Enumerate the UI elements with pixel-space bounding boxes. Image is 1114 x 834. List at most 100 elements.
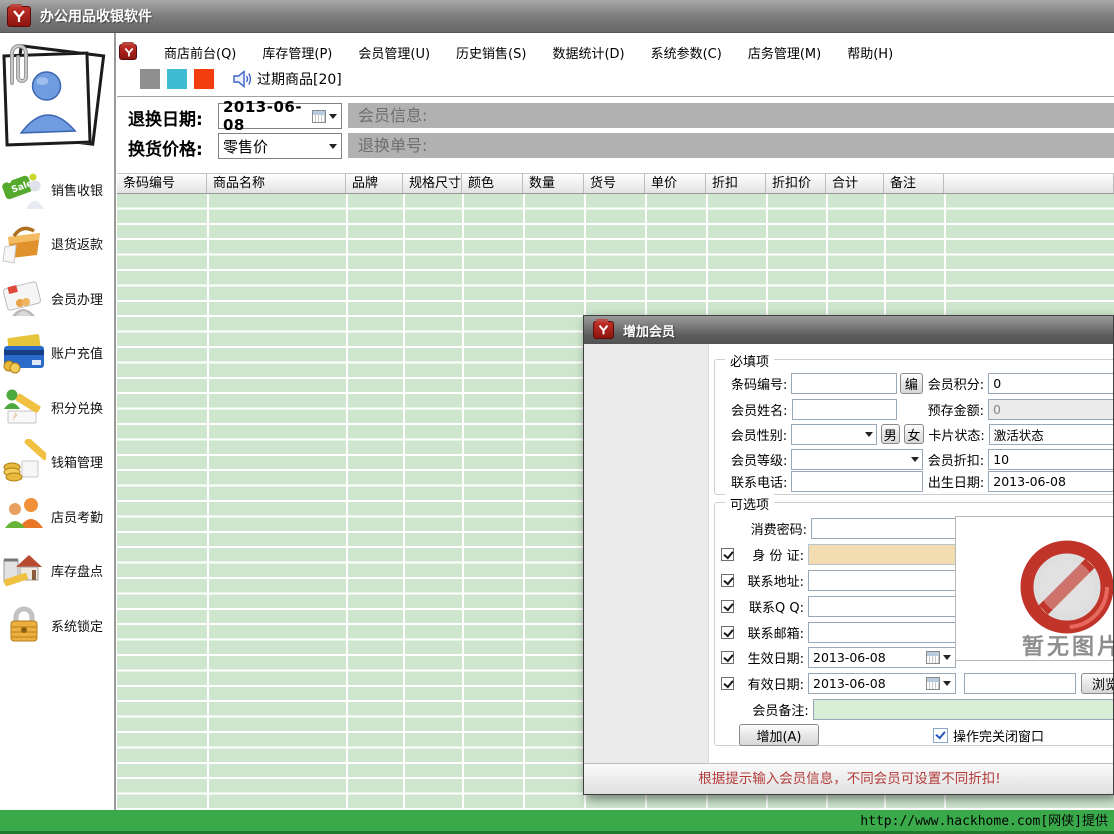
chevron-down-icon xyxy=(911,457,919,462)
add-button[interactable]: 增加(A) xyxy=(739,724,819,746)
required-group-title: 必填项 xyxy=(725,351,774,370)
start-date-checkbox[interactable] xyxy=(721,651,734,664)
return-date-label: 退换日期: xyxy=(128,105,203,130)
column-header-color[interactable]: 颜色 xyxy=(462,174,523,193)
menu-item-storefront[interactable]: 商店前台(Q) xyxy=(151,40,249,65)
sidebar-item-label: 库存盘点 xyxy=(51,561,103,580)
column-header-spec[interactable]: 规格尺寸 xyxy=(403,174,462,193)
sidebar-item-points[interactable]: 积分兑换 xyxy=(2,381,114,433)
chevron-down-icon xyxy=(329,144,337,149)
sidebar-item-recharge[interactable]: 账户充值 xyxy=(2,326,114,378)
status-swatch-gray[interactable] xyxy=(140,69,160,89)
expired-goods-label[interactable]: 过期商品[20] xyxy=(257,69,342,89)
phone-label: 联系电话: xyxy=(715,472,787,491)
qq-checkbox[interactable] xyxy=(721,600,734,613)
male-button[interactable]: 男 xyxy=(881,424,901,444)
member-photo-box: 暂无图片 xyxy=(955,516,1114,661)
menu-logo-icon xyxy=(119,44,137,60)
sidebar-item-label: 账户充值 xyxy=(51,343,103,362)
id-card-input[interactable] xyxy=(808,544,956,565)
gender-select[interactable] xyxy=(791,424,876,445)
exchange-price-value: 零售价 xyxy=(223,136,268,157)
menu-item-store-mgmt[interactable]: 店务管理(M) xyxy=(735,40,834,65)
column-header-barcode[interactable]: 条码编号 xyxy=(117,174,207,193)
password-input[interactable] xyxy=(811,518,959,539)
sidebar-item-returns[interactable]: 退货返款 xyxy=(2,217,114,269)
sidebar-item-inventory[interactable]: 库存盘点 xyxy=(2,544,114,596)
close-after-label: 操作完关闭窗口 xyxy=(953,726,1044,745)
column-header-discprice[interactable]: 折扣价 xyxy=(766,174,826,193)
return-date-picker[interactable]: 2013-06-08 xyxy=(218,103,342,129)
points-input[interactable]: 0 xyxy=(988,373,1114,394)
column-header-brand[interactable]: 品牌 xyxy=(346,174,403,193)
inventory-icon xyxy=(2,548,46,592)
column-header-qty[interactable]: 数量 xyxy=(523,174,584,193)
female-button[interactable]: 女 xyxy=(904,424,924,444)
gender-label: 会员性别: xyxy=(715,425,787,444)
start-date-value: 2013-06-08 xyxy=(813,650,886,665)
column-header-price[interactable]: 单价 xyxy=(645,174,706,193)
status-toolbar: 过期商品[20] xyxy=(140,66,342,92)
sidebar-item-membership[interactable]: 会员办理 xyxy=(2,272,114,324)
member-level-select[interactable] xyxy=(791,449,923,470)
points-exchange-icon xyxy=(2,385,46,429)
card-status-input[interactable]: 激活状态 xyxy=(989,424,1114,445)
no-image-placeholder: 暂无图片 xyxy=(1014,537,1114,657)
dialog-titlebar[interactable]: 增加会员 xyxy=(584,316,1113,344)
id-card-label: 身 份 证: xyxy=(734,545,804,564)
email-checkbox[interactable] xyxy=(721,626,734,639)
sidebar-item-attendance[interactable]: 店员考勤 xyxy=(2,490,114,542)
sidebar-item-sales[interactable]: Sale 销售收银 xyxy=(2,163,114,215)
address-checkbox[interactable] xyxy=(721,574,734,587)
end-date-value: 2013-06-08 xyxy=(813,676,886,691)
qq-input[interactable] xyxy=(808,596,956,617)
paperclip-icon xyxy=(0,43,34,87)
status-swatch-red[interactable] xyxy=(194,69,214,89)
member-info-label: 会员信息: xyxy=(358,106,427,125)
photo-path-input[interactable] xyxy=(964,673,1076,694)
birthday-input[interactable]: 2013-06-08 xyxy=(988,471,1114,492)
edit-barcode-button[interactable]: 编 xyxy=(900,373,923,394)
qq-label: 联系Q Q: xyxy=(734,597,804,616)
menu-item-history[interactable]: 历史销售(S) xyxy=(443,40,539,65)
column-header-remark[interactable]: 备注 xyxy=(884,174,944,193)
member-discount-input[interactable]: 10 xyxy=(988,449,1114,470)
sidebar-item-cashbox[interactable]: 钱箱管理 xyxy=(2,435,114,487)
barcode-input[interactable] xyxy=(791,373,896,394)
email-input[interactable] xyxy=(808,622,956,643)
points-label: 会员积分: xyxy=(926,374,984,393)
column-header-total[interactable]: 合计 xyxy=(826,174,884,193)
member-name-label: 会员姓名: xyxy=(715,400,788,419)
column-header-discount[interactable]: 折扣 xyxy=(706,174,766,193)
footer-credit: http://www.hackhome.com[网侠]提供 xyxy=(860,814,1114,829)
member-name-input[interactable] xyxy=(792,399,897,420)
exchange-price-select[interactable]: 零售价 xyxy=(218,133,342,159)
remark-input[interactable] xyxy=(813,699,1114,720)
member-level-label: 会员等级: xyxy=(715,450,787,469)
status-swatch-cyan[interactable] xyxy=(167,69,187,89)
menu-item-help[interactable]: 帮助(H) xyxy=(834,40,906,65)
end-date-label: 有效日期: xyxy=(734,674,804,693)
sidebar-item-label: 销售收银 xyxy=(51,180,103,199)
id-card-checkbox[interactable] xyxy=(721,548,734,561)
address-input[interactable] xyxy=(808,570,956,591)
menu-item-parameters[interactable]: 系统参数(C) xyxy=(638,40,735,65)
menu-item-members[interactable]: 会员管理(U) xyxy=(345,40,443,65)
menu-item-statistics[interactable]: 数据统计(D) xyxy=(539,40,637,65)
required-group: 必填项 条码编号: 编 会员积分: 0 会员姓名: 预存金额: 0 会员性别: xyxy=(714,359,1114,495)
browse-button[interactable]: 浏览 xyxy=(1081,673,1114,694)
end-date-picker[interactable]: 2013-06-08 xyxy=(808,673,956,694)
sidebar-item-lock[interactable]: 系统锁定 xyxy=(2,599,114,651)
close-after-checkbox[interactable] xyxy=(933,728,948,743)
no-image-text: 暂无图片 xyxy=(1022,629,1114,661)
cashbox-icon xyxy=(2,439,46,483)
menu-bar: 商店前台(Q) 库存管理(P) 会员管理(U) 历史销售(S) 数据统计(D) … xyxy=(119,40,906,64)
menu-item-inventory[interactable]: 库存管理(P) xyxy=(249,40,345,65)
column-header-product[interactable]: 商品名称 xyxy=(207,174,346,193)
phone-input[interactable] xyxy=(791,471,923,492)
column-header-itemno[interactable]: 货号 xyxy=(584,174,645,193)
speaker-icon[interactable] xyxy=(231,68,253,90)
card-status-label: 卡片状态: xyxy=(927,425,985,444)
start-date-picker[interactable]: 2013-06-08 xyxy=(808,647,956,668)
end-date-checkbox[interactable] xyxy=(721,677,734,690)
